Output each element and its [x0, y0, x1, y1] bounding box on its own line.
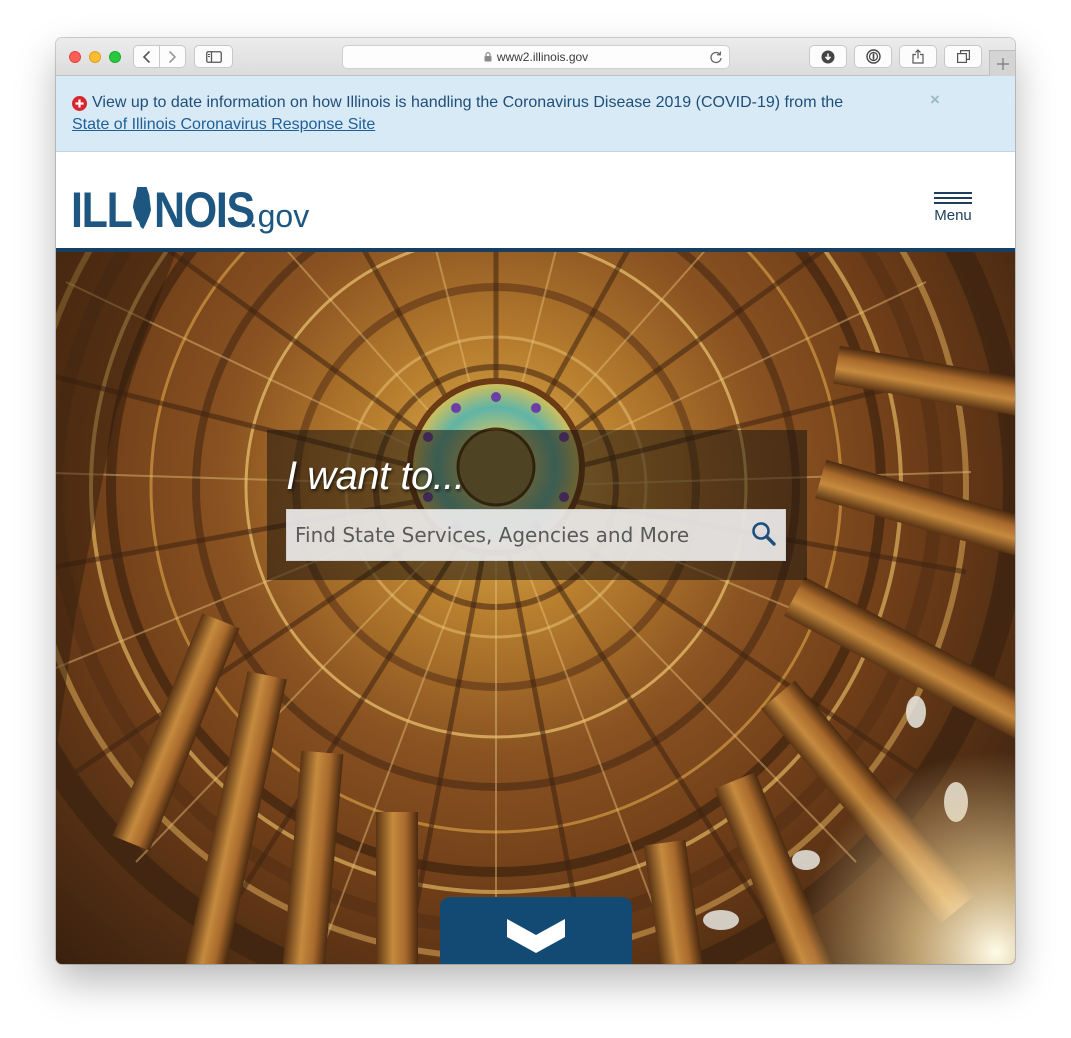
logo-text-left: ILL [71, 182, 133, 238]
download-icon [821, 50, 835, 63]
fullscreen-window-button[interactable] [109, 51, 121, 63]
sidebar-toggle-button[interactable] [194, 45, 233, 68]
tab-overview-button[interactable] [944, 45, 982, 68]
browser-window: www2.illinois.gov View up to date inform… [56, 38, 1015, 964]
search-input[interactable] [287, 510, 742, 560]
scroll-down-button[interactable] [440, 897, 632, 964]
hamburger-icon [934, 192, 972, 204]
plus-icon [996, 57, 1009, 70]
chevron-left-icon [142, 50, 150, 63]
coronavirus-response-link[interactable]: State of Illinois Coronavirus Response S… [72, 116, 375, 133]
covid-alert-banner: View up to date information on how Illin… [56, 76, 1015, 152]
reload-icon[interactable] [709, 50, 723, 64]
share-icon [912, 49, 924, 64]
page-viewport: View up to date information on how Illin… [56, 76, 1015, 964]
menu-button[interactable]: Menu [932, 192, 974, 224]
alert-message: View up to date information on how Illin… [92, 94, 844, 111]
back-button[interactable] [134, 46, 159, 67]
tabs-icon [956, 50, 970, 63]
chevron-down-icon [507, 919, 565, 953]
search-panel: I want to... [267, 430, 807, 580]
keyhole-icon [865, 49, 881, 64]
share-button[interactable] [899, 45, 937, 68]
sidebar-icon [205, 50, 222, 63]
browser-toolbar: www2.illinois.gov [56, 38, 1015, 76]
alert-message-row: View up to date information on how Illin… [72, 94, 843, 112]
close-icon[interactable]: × [930, 90, 940, 110]
chevron-right-icon [169, 50, 177, 63]
illinois-state-icon [133, 187, 152, 229]
search-box [286, 509, 786, 561]
close-window-button[interactable] [69, 51, 81, 63]
nav-buttons [133, 45, 186, 68]
plus-circle-icon [72, 95, 87, 111]
url-text: www2.illinois.gov [496, 50, 589, 64]
new-tab-button[interactable] [989, 50, 1015, 76]
site-header: ILL NOIS .gov Menu [56, 152, 1015, 248]
address-bar[interactable]: www2.illinois.gov [342, 45, 730, 69]
hero-banner: I want to... [56, 252, 1015, 964]
minimize-window-button[interactable] [89, 51, 101, 63]
password-manager-button[interactable] [854, 45, 892, 68]
illinois-gov-logo[interactable]: ILL NOIS .gov [71, 182, 310, 238]
lock-icon [484, 52, 492, 62]
magnifier-icon[interactable] [750, 520, 778, 548]
downloads-button[interactable] [809, 45, 847, 68]
forward-button[interactable] [160, 46, 185, 67]
capitol-dome-image [56, 252, 1015, 964]
logo-text-right: NOIS [153, 182, 255, 238]
menu-label: Menu [934, 207, 972, 224]
logo-suffix: .gov [248, 198, 310, 234]
search-heading: I want to... [286, 454, 465, 498]
